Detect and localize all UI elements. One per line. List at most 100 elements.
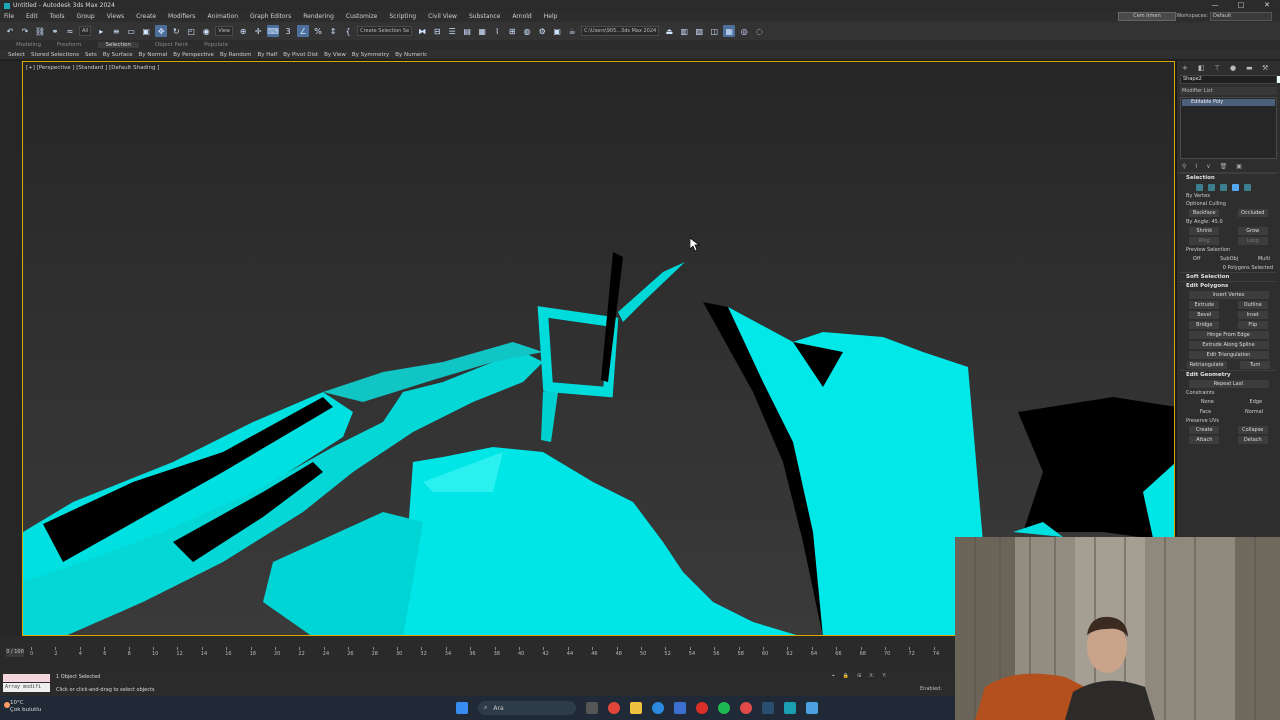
menu-views[interactable]: Views (107, 13, 124, 20)
menu-help[interactable]: Help (544, 13, 558, 20)
retriangulate-button[interactable]: Retriangulate (1186, 361, 1227, 369)
menu-tools[interactable]: Tools (50, 13, 65, 20)
schematic-view-icon[interactable]: ⊞ (506, 25, 518, 37)
backface-checkbox[interactable]: Backface (1189, 209, 1220, 217)
create-button[interactable]: Create (1189, 426, 1220, 434)
viewport-layout-icon[interactable]: ▦ (723, 25, 736, 37)
detach-button[interactable]: Detach (1237, 436, 1268, 444)
edit-geometry-title[interactable]: Edit Geometry (1180, 370, 1277, 379)
taskbar-search[interactable]: ⌕ Ara (478, 701, 576, 715)
modifier-list-dropdown[interactable]: Modifier List (1180, 87, 1277, 95)
modify-tab-icon[interactable]: ◧ (1198, 64, 1208, 72)
y-coord-label[interactable]: Y: (882, 673, 886, 679)
tab-populate[interactable]: Populate (204, 42, 228, 48)
ribbon-by-numeric[interactable]: By Numeric (395, 52, 427, 58)
outline-button[interactable]: Outline (1237, 301, 1268, 309)
user-account-button[interactable]: Cem Irmen (1118, 12, 1176, 21)
place-icon[interactable]: ◉ (200, 25, 212, 37)
loop-button[interactable]: Loop (1237, 237, 1268, 245)
photos-icon[interactable] (806, 702, 818, 714)
spotify-icon[interactable] (718, 702, 730, 714)
stack-item-editable-poly[interactable]: Editable Poly (1182, 99, 1275, 106)
mail-icon[interactable] (674, 702, 686, 714)
percent-snap-icon[interactable]: % (312, 25, 324, 37)
rect-selection-icon[interactable]: ▭ (125, 25, 137, 37)
adaptive-degradation-toggle[interactable]: Enabled: (920, 686, 942, 692)
menu-edit[interactable]: Edit (26, 13, 38, 20)
ribbon-by-perspective[interactable]: By Perspective (173, 52, 214, 58)
create-tab-icon[interactable]: + (1182, 64, 1192, 72)
menu-customize[interactable]: Customize (346, 13, 378, 20)
lock-selection-icon[interactable]: 🔒 (843, 673, 849, 679)
menu-substance[interactable]: Substance (469, 13, 500, 20)
preview-off-radio[interactable]: Off (1187, 255, 1200, 263)
repeat-last-button[interactable]: Repeat Last (1188, 380, 1269, 388)
menu-animation[interactable]: Animation (207, 13, 238, 20)
close-button[interactable]: ✕ (1254, 0, 1280, 11)
make-unique-icon[interactable]: ∨ (1206, 163, 1210, 170)
edge-mode-icon[interactable] (1208, 183, 1215, 191)
ring-button[interactable]: Ring (1189, 237, 1220, 245)
polygon-mode-icon[interactable] (1232, 183, 1239, 191)
maxscript-mini-listener-output[interactable] (3, 674, 50, 682)
layers-icon[interactable]: ▥ (678, 25, 690, 37)
ribbon-stored-selections[interactable]: Stored Selections (31, 52, 79, 58)
menu-scripting[interactable]: Scripting (389, 13, 416, 20)
edit-triangulation-button[interactable]: Edit Triangulation (1188, 351, 1269, 359)
extrude-along-spline-button[interactable]: Extrude Along Spline (1188, 341, 1269, 349)
selection-filter-dropdown[interactable]: All (79, 26, 92, 36)
layer-explorer-icon[interactable]: ▤ (461, 25, 473, 37)
ribbon-sets[interactable]: Sets (85, 52, 97, 58)
steam-icon[interactable] (762, 702, 774, 714)
ribbon-by-pivot-dist[interactable]: By Pivot Dist (283, 52, 318, 58)
ref-coord-dropdown[interactable]: View (215, 26, 234, 36)
unlink-icon[interactable]: ⚭ (49, 25, 61, 37)
move-icon[interactable]: ✥ (155, 25, 168, 37)
ribbon-by-random[interactable]: By Random (220, 52, 252, 58)
window-crossing-icon[interactable]: ▣ (140, 25, 152, 37)
grow-button[interactable]: Grow (1237, 227, 1268, 235)
hierarchy-tab-icon[interactable]: ⊤ (1214, 64, 1224, 72)
rotate-icon[interactable]: ↻ (170, 25, 182, 37)
tab-object-paint[interactable]: Object Paint (155, 42, 188, 48)
redo-icon[interactable]: ↷ (19, 25, 31, 37)
bind-space-warp-icon[interactable]: ≈ (64, 25, 76, 37)
select-object-icon[interactable]: ▸ (95, 25, 107, 37)
edit-named-sets-icon[interactable]: { (342, 25, 354, 37)
x-coord-label[interactable]: X: (869, 673, 874, 679)
ribbon-select[interactable]: Select (8, 52, 25, 58)
configure-sets-icon[interactable]: ▣ (1236, 163, 1242, 170)
undo-icon[interactable]: ↶ (4, 25, 16, 37)
motion-tab-icon[interactable]: ● (1230, 64, 1240, 72)
pin-stack-icon[interactable]: ⚲ (1182, 163, 1186, 170)
substance-icon[interactable]: ◌ (753, 25, 765, 37)
remove-modifier-icon[interactable]: 🗑 (1220, 163, 1228, 170)
open-folder-icon[interactable]: ⏏ (663, 25, 675, 37)
spinner-snap-icon[interactable]: ⇕ (327, 25, 339, 37)
ribbon-by-symmetry[interactable]: By Symmetry (352, 52, 389, 58)
scale-icon[interactable]: ◰ (185, 25, 197, 37)
align-icon[interactable]: ⊟ (431, 25, 443, 37)
curve-editor-icon[interactable]: ⌇ (491, 25, 503, 37)
chrome-icon[interactable] (608, 702, 620, 714)
ribbon-by-surface[interactable]: By Surface (103, 52, 133, 58)
tab-freeform[interactable]: Freeform (57, 42, 82, 48)
preserve-uvs-checkbox[interactable]: Preserve UVs (1180, 417, 1277, 425)
select-by-name-icon[interactable]: ≡ (110, 25, 122, 37)
occluded-checkbox[interactable]: Occluded (1237, 209, 1268, 217)
menu-civil-view[interactable]: Civil View (428, 13, 457, 20)
edge-icon[interactable] (652, 702, 664, 714)
project-icon[interactable]: ◫ (708, 25, 720, 37)
constraint-normal-radio[interactable]: Normal (1239, 408, 1263, 416)
toggle-ribbon-icon[interactable]: ▦ (476, 25, 488, 37)
hinge-from-edge-button[interactable]: Hinge From Edge (1188, 331, 1269, 339)
weather-widget[interactable]: 10°C Çok bulutlu (4, 700, 41, 714)
project-path-dropdown[interactable]: C:\Users\905...3ds Max 2024 (581, 26, 660, 36)
maxscript-mini-listener-input[interactable]: Array modifi (3, 683, 50, 692)
minimize-button[interactable]: — (1202, 0, 1228, 11)
screen-recorder-icon[interactable] (740, 702, 752, 714)
menu-group[interactable]: Group (76, 13, 94, 20)
material-editor-icon[interactable]: ◍ (521, 25, 533, 37)
border-mode-icon[interactable] (1220, 183, 1227, 191)
ribbon-by-normal[interactable]: By Normal (139, 52, 168, 58)
